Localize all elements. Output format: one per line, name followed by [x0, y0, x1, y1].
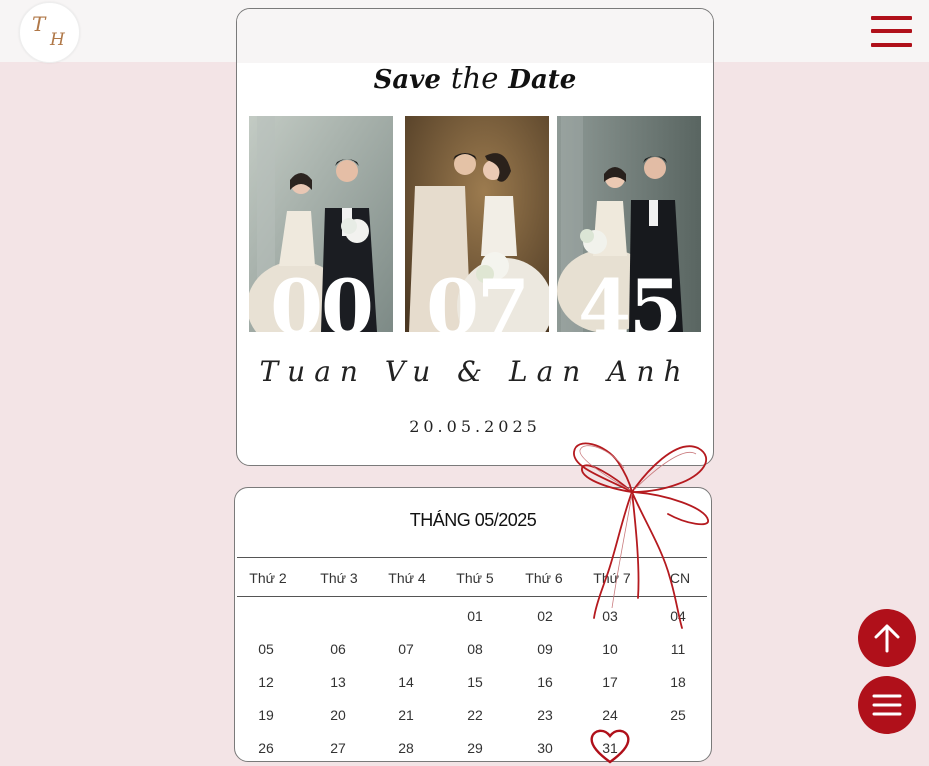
calendar-day: 14 — [398, 674, 414, 690]
wedding-photo-1: 00 — [249, 116, 393, 332]
couple-names: Tuan Vu & Lan Anh — [259, 355, 691, 388]
calendar-day: 23 — [537, 707, 553, 723]
calendar-day: 13 — [330, 674, 346, 690]
arrow-up-icon — [874, 624, 900, 653]
heart-highlight-icon — [590, 729, 630, 764]
calendar-day: 19 — [258, 707, 274, 723]
calendar-day: 16 — [537, 674, 553, 690]
wedding-photo-3: 45 — [557, 116, 701, 332]
calendar-day: 04 — [670, 608, 686, 624]
calendar-day: 30 — [537, 740, 553, 756]
save-the-date-title: Save the Date — [237, 61, 713, 95]
calendar-day: 10 — [602, 641, 618, 657]
calendar-day: 21 — [398, 707, 414, 723]
calendar-day: 09 — [537, 641, 553, 657]
wedding-photo-2: 07 — [405, 116, 549, 332]
weekday-sun: CN — [669, 570, 691, 586]
calendar-day: 29 — [467, 740, 483, 756]
logo-letter-2: H — [50, 30, 65, 50]
weekday-sat: Thứ 7 — [593, 570, 631, 586]
calendar-divider-top — [237, 557, 707, 558]
calendar-day: 07 — [398, 641, 414, 657]
scroll-to-top-button[interactable] — [858, 609, 916, 667]
floating-menu-button[interactable] — [858, 676, 916, 734]
save-the-date-card: Save the Date 00 07 45 Tuan Vu & Lan Anh… — [236, 8, 714, 466]
calendar-day: 15 — [467, 674, 483, 690]
countdown-days: 00 — [270, 263, 374, 333]
weekday-tue: Thứ 3 — [320, 570, 358, 586]
calendar-day: 26 — [258, 740, 274, 756]
calendar-card: THÁNG 05/2025 Thứ 2 Thứ 3 Thứ 4 Thứ 5 Th… — [234, 487, 712, 764]
calendar-day: 22 — [467, 707, 483, 723]
title-word-save: Save — [373, 65, 441, 95]
calendar-divider-header — [237, 596, 707, 597]
calendar-day: 01 — [467, 608, 483, 624]
title-word-the: the — [450, 61, 499, 95]
calendar-day: 17 — [602, 674, 618, 690]
weekday-fri: Thứ 6 — [525, 570, 563, 586]
title-word-date: Date — [508, 65, 577, 95]
calendar-day: 18 — [670, 674, 686, 690]
calendar-day: 12 — [258, 674, 274, 690]
countdown-hours: 07 — [426, 263, 530, 333]
weekday-mon: Thứ 2 — [249, 570, 287, 586]
calendar-day: 28 — [398, 740, 414, 756]
calendar-day: 03 — [602, 608, 618, 624]
hamburger-menu-icon — [872, 694, 902, 716]
calendar-day: 24 — [602, 707, 618, 723]
calendar-day: 20 — [330, 707, 346, 723]
weekday-thu: Thứ 5 — [456, 570, 494, 586]
calendar-day: 08 — [467, 641, 483, 657]
hamburger-menu-icon[interactable] — [870, 14, 914, 50]
wedding-date: 20.05.2025 — [409, 417, 541, 436]
calendar-title: THÁNG 05/2025 — [409, 510, 537, 530]
logo-letter-1: T — [32, 12, 46, 36]
monogram-logo[interactable]: T H — [19, 2, 80, 63]
calendar-day: 05 — [258, 641, 274, 657]
calendar-day: 27 — [330, 740, 346, 756]
calendar-day: 02 — [537, 608, 553, 624]
weekday-wed: Thứ 4 — [388, 570, 426, 586]
calendar-day: 25 — [670, 707, 686, 723]
countdown-minutes: 45 — [578, 263, 682, 333]
calendar-day: 11 — [670, 641, 686, 657]
calendar-day: 06 — [330, 641, 346, 657]
